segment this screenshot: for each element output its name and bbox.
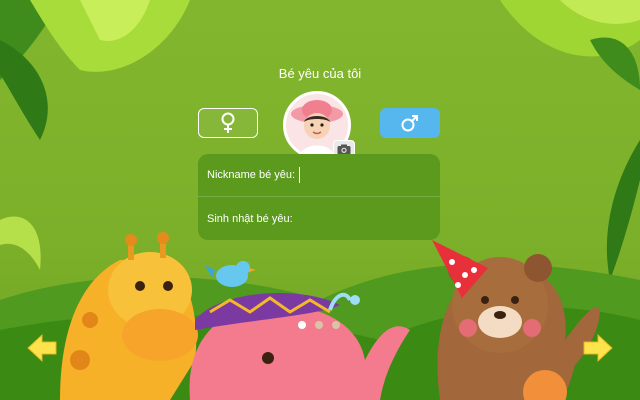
jungle-scene: Bé yêu của tôi Nickname bé yêu: Sinh nhậ… xyxy=(0,0,640,400)
nickname-label: Nickname bé yêu: xyxy=(207,169,296,181)
previous-button[interactable] xyxy=(26,333,58,363)
female-gender-button[interactable] xyxy=(198,108,258,138)
arrow-right-icon xyxy=(583,333,613,363)
nickname-input[interactable] xyxy=(299,167,419,183)
next-button[interactable] xyxy=(582,333,614,363)
male-symbol-icon xyxy=(401,115,418,132)
page-dot[interactable] xyxy=(298,321,306,329)
page-indicator xyxy=(298,321,340,329)
page-title: Bé yêu của tôi xyxy=(278,66,362,81)
birthday-label: Sinh nhật bé yêu: xyxy=(207,212,293,225)
arrow-left-icon xyxy=(27,333,57,363)
birthday-row: Sinh nhật bé yêu: xyxy=(198,197,440,240)
male-gender-button[interactable] xyxy=(380,108,440,138)
page-dot[interactable] xyxy=(315,321,323,329)
female-symbol-icon xyxy=(221,112,235,133)
baby-info-form: Nickname bé yêu: Sinh nhật bé yêu: xyxy=(198,154,440,240)
birthday-input[interactable] xyxy=(297,211,417,227)
camera-glyph xyxy=(337,144,351,154)
page-dot[interactable] xyxy=(332,321,340,329)
nickname-row: Nickname bé yêu: xyxy=(198,154,440,197)
text-caret xyxy=(299,167,301,183)
